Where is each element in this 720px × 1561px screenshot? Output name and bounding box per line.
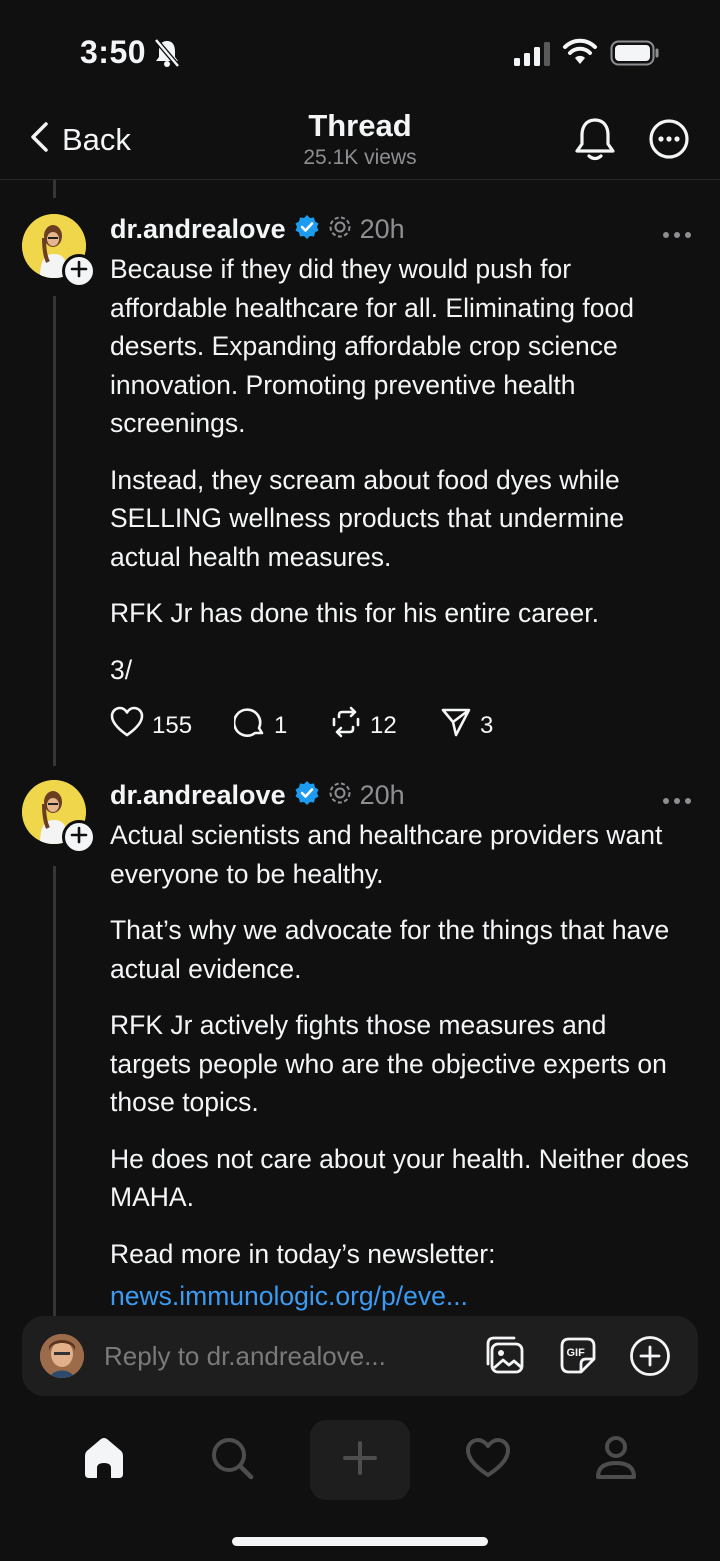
post-body: Because if they did they would push for … <box>110 250 690 707</box>
tab-activity[interactable] <box>438 1420 538 1500</box>
reply-bar: GIF <box>22 1316 698 1396</box>
post-body: Actual scientists and healthcare provide… <box>110 816 690 1334</box>
follow-button[interactable] <box>62 254 96 288</box>
post-time: 20h <box>359 213 405 244</box>
thread-post: dr.andrealove 20h Because if they did th… <box>0 214 720 754</box>
gif-icon[interactable]: GIF <box>556 1334 600 1383</box>
post-avatar[interactable] <box>22 780 96 854</box>
thread-header: Back Thread 25.1K views <box>0 100 720 180</box>
plus-icon <box>69 825 89 850</box>
repost-icon <box>330 706 362 745</box>
post-paragraph: RFK Jr has done this for his entire care… <box>110 598 599 628</box>
post-more-icon[interactable] <box>662 226 692 244</box>
comment-button[interactable]: 1 <box>232 706 330 745</box>
home-icon <box>81 1436 127 1485</box>
search-icon <box>209 1435 255 1486</box>
post-header: dr.andrealove 20h <box>110 212 405 246</box>
thread-post: dr.andrealove 20h Actual scientists and … <box>0 778 720 1311</box>
svg-text:GIF: GIF <box>567 1347 586 1359</box>
add-circle-icon[interactable] <box>628 1334 672 1383</box>
repost-button[interactable]: 12 <box>330 706 440 745</box>
reply-avatar <box>40 1334 84 1378</box>
tab-home[interactable] <box>54 1420 154 1500</box>
post-paragraph: 3/ <box>110 654 133 685</box>
tab-compose[interactable] <box>310 1420 410 1500</box>
post-paragraph: Actual scientists and healthcare provide… <box>110 820 663 889</box>
reply-input[interactable] <box>104 1336 434 1376</box>
repost-count: 12 <box>370 711 397 739</box>
threads-fediverse-icon <box>328 781 352 810</box>
username[interactable]: dr.andrealove <box>110 214 286 245</box>
post-more-icon[interactable] <box>662 792 692 810</box>
status-time: 3:50 <box>80 34 147 70</box>
more-options-icon[interactable] <box>648 118 690 165</box>
bell-icon[interactable] <box>574 116 616 167</box>
post-time: 20h <box>359 779 405 810</box>
post-paragraph: RFK Jr actively fights those measures an… <box>110 1010 667 1117</box>
status-bar: 3:50 <box>0 0 720 100</box>
cellular-signal-icon <box>514 42 550 71</box>
heart-icon <box>110 706 144 745</box>
post-avatar[interactable] <box>22 214 96 288</box>
post-paragraph: Because if they did they would push for … <box>110 254 634 438</box>
verified-badge-icon <box>294 780 320 811</box>
silent-bell-icon <box>154 38 180 73</box>
tab-profile[interactable] <box>566 1420 666 1500</box>
share-button[interactable]: 3 <box>440 706 520 745</box>
username[interactable]: dr.andrealove <box>110 780 286 811</box>
newsletter-link[interactable]: news.immunologic.org/p/eve... <box>110 1281 468 1311</box>
plus-icon <box>342 1440 378 1481</box>
send-icon <box>440 706 472 745</box>
tab-search[interactable] <box>182 1420 282 1500</box>
post-paragraph: Instead, they scream about food dyes whi… <box>110 464 625 572</box>
plus-icon <box>69 259 89 284</box>
profile-icon <box>595 1435 637 1486</box>
like-button[interactable]: 155 <box>110 706 234 745</box>
share-count: 3 <box>480 711 494 739</box>
thread-line <box>53 180 56 198</box>
wifi-icon <box>562 38 598 71</box>
post-actions: 155 1 12 3 <box>110 706 520 745</box>
post-paragraph: He does not care about your health. Neit… <box>110 1143 689 1213</box>
post-link-paragraph: news.immunologic.org/p/eve... <box>110 1277 690 1316</box>
like-count: 155 <box>152 711 193 739</box>
comment-count: 1 <box>274 711 288 739</box>
home-indicator <box>232 1537 488 1546</box>
threads-fediverse-icon <box>328 215 352 244</box>
post-paragraph: That’s why we advocate for the things th… <box>110 915 670 984</box>
battery-icon <box>610 40 660 71</box>
heart-icon <box>465 1437 511 1484</box>
verified-badge-icon <box>294 214 320 245</box>
photo-icon[interactable] <box>484 1334 528 1383</box>
follow-button[interactable] <box>62 820 96 854</box>
post-header: dr.andrealove 20h <box>110 778 405 812</box>
post-paragraph: Read more in today’s newsletter: <box>110 1238 496 1269</box>
comment-icon <box>232 706 266 745</box>
